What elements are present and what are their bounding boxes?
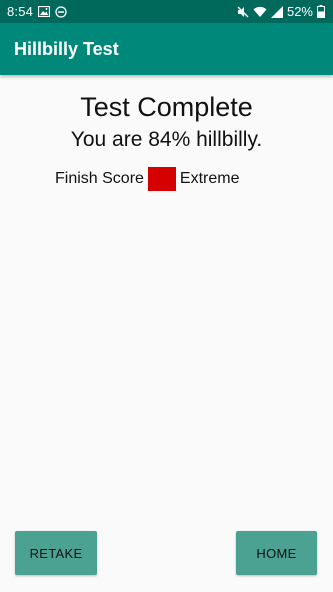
app-title: Hillbilly Test (14, 38, 119, 59)
battery-percent: 52% (286, 4, 313, 19)
finish-score-row: Finish Score Extreme (55, 166, 240, 192)
mute-icon (237, 6, 249, 18)
status-left: 8:54 (7, 4, 67, 19)
wifi-icon (253, 6, 267, 18)
status-bar: 8:54 52% (0, 0, 333, 23)
status-right: 52% (237, 4, 325, 19)
result-summary: You are 84% hillbilly. (70, 128, 263, 151)
score-color-swatch (147, 167, 176, 191)
retake-button[interactable]: RETAKE (15, 531, 97, 575)
finish-score-label: Finish Score (55, 170, 144, 187)
result-heading: Test Complete (80, 92, 253, 122)
do-not-disturb-icon (55, 5, 67, 18)
image-icon (38, 6, 51, 17)
battery-icon (317, 5, 325, 18)
signal-icon (270, 5, 283, 18)
home-button[interactable]: HOME (236, 531, 317, 575)
status-time: 8:54 (7, 4, 34, 19)
result-screen: Test Complete You are 84% hillbilly. Fin… (0, 75, 333, 592)
score-level: Extreme (179, 170, 240, 187)
app-bar: Hillbilly Test (0, 23, 333, 75)
